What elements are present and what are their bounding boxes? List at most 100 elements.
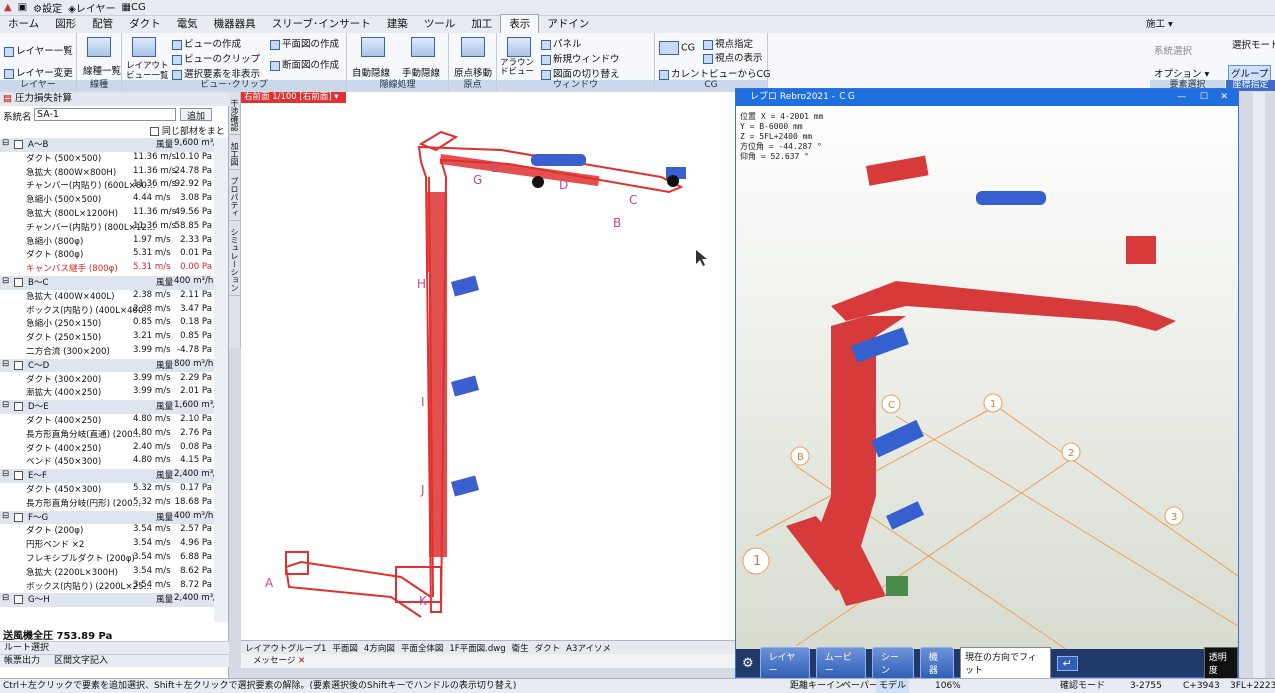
vertical-tab-2[interactable]: プロパティ xyxy=(229,174,240,221)
vertical-tab-1[interactable]: 加工図 xyxy=(229,139,240,170)
layout-tab-6[interactable]: ダクト xyxy=(535,642,561,654)
linetype-list-button[interactable]: 線種一覧 xyxy=(83,63,121,77)
around-view-button[interactable]: アラウンドビュー xyxy=(500,59,538,77)
layer-button[interactable]: ◈レイヤー xyxy=(68,0,115,15)
cg-button[interactable]: ▦CG xyxy=(122,2,146,13)
cg-button-3[interactable]: 機器 xyxy=(919,647,954,679)
section-checkbox[interactable] xyxy=(14,512,23,522)
tab-0[interactable]: ホーム xyxy=(0,15,47,33)
tab-4[interactable]: 電気 xyxy=(169,15,206,33)
section-checkbox[interactable] xyxy=(14,360,23,370)
fit-select[interactable]: 現在の方向でフィット xyxy=(959,647,1051,679)
main-scrollbar[interactable] xyxy=(1253,92,1265,678)
tab-2[interactable]: 配管 xyxy=(84,15,121,33)
section-checkbox[interactable] xyxy=(14,140,23,149)
save-icon[interactable]: ▣ xyxy=(18,2,27,13)
section-text-button[interactable]: 区間文字記入 xyxy=(54,655,108,667)
expand-icon[interactable]: ⊟ xyxy=(2,138,9,148)
show-viewpoint-button[interactable]: 視点の表示 xyxy=(703,50,763,64)
transparency-control[interactable]: 透明度 xyxy=(1203,647,1238,679)
tab-10[interactable]: 表示 xyxy=(500,14,540,33)
cg-settings-icon[interactable]: ⚙ xyxy=(742,656,754,671)
tab-9[interactable]: 加工 xyxy=(463,15,500,33)
section-checkbox[interactable] xyxy=(14,402,23,412)
expand-icon[interactable]: ⊟ xyxy=(2,511,9,521)
cg-button-0[interactable]: レイヤー xyxy=(759,647,810,679)
maximize-icon[interactable]: ☐ xyxy=(1200,89,1208,106)
model-button[interactable]: モデル xyxy=(876,679,910,693)
create-view-button[interactable]: ビューの作成 xyxy=(172,36,241,50)
zoom-level[interactable]: 106% xyxy=(935,679,961,693)
origin-move-button[interactable]: 原点移動 xyxy=(454,65,492,79)
section-checkbox[interactable] xyxy=(14,595,23,605)
vertical-tab-0[interactable]: 干渉確認 xyxy=(229,96,240,135)
expand-icon[interactable]: ⊟ xyxy=(2,400,9,410)
confirm-mode[interactable]: 確認モード xyxy=(1060,679,1105,693)
viewpoint-button[interactable]: 視点指定 xyxy=(703,36,753,50)
settings-label: 設定 xyxy=(42,4,63,15)
close-window-icon[interactable]: ✕ xyxy=(1220,89,1228,106)
tab-1[interactable]: 図形 xyxy=(47,15,84,33)
tab-7[interactable]: 建築 xyxy=(379,15,416,33)
layout-tab-4[interactable]: 1F平面図.dwg xyxy=(449,642,505,654)
system-name-select[interactable]: SA-1 xyxy=(34,108,176,121)
list-scrollbar[interactable] xyxy=(214,138,228,622)
expand-icon[interactable]: ⊟ xyxy=(2,359,9,369)
item-pressure: 4.15 Pa xyxy=(180,455,212,466)
layout-tab-0[interactable]: レイアウトグループ1 xyxy=(245,642,326,654)
app-icon[interactable]: ▲ xyxy=(4,2,12,13)
cg-button-2[interactable]: シーン xyxy=(872,647,914,679)
layout-tab-1[interactable]: 平面図 xyxy=(332,642,358,654)
layout-view-button[interactable]: レイアウトビュー一覧 xyxy=(126,61,170,81)
section-checkbox[interactable] xyxy=(14,471,23,481)
item-speed: 11.36 m/s xyxy=(133,179,177,190)
view-name-bar[interactable]: 右前面 1/100 [右前面] ▾ xyxy=(241,92,346,103)
manual-hidden-button[interactable]: 手動隠線 xyxy=(402,65,440,79)
cad-viewport[interactable]: A BC D EG H I J K xyxy=(241,92,735,640)
layout-tab-2[interactable]: 4方向図 xyxy=(364,642,395,654)
hide-selected-button[interactable]: 選択要素を非表示 xyxy=(172,66,260,80)
current-to-cg-button[interactable]: カレントビューからCG xyxy=(659,66,771,80)
system-select-button[interactable]: 系統選択 xyxy=(1154,43,1192,57)
option-dropdown[interactable]: オプション ▾ xyxy=(1154,66,1209,80)
route-select-button[interactable]: ルート選択 xyxy=(0,641,229,654)
group-button[interactable]: グループ xyxy=(1228,65,1272,81)
create-plan-button[interactable]: 平面図の作成 xyxy=(270,36,339,50)
settings-button[interactable]: ⚙設定 xyxy=(33,0,62,15)
clip-view-button[interactable]: ビューのクリップ xyxy=(172,51,260,65)
tab-8[interactable]: ツール xyxy=(416,15,464,33)
create-section-button[interactable]: 断面図の作成 xyxy=(270,57,339,71)
message-tab[interactable]: メッセージ ✕ xyxy=(241,654,735,668)
vertical-tab-3[interactable]: シミュレーション xyxy=(229,225,240,296)
cg-button-1[interactable]: ムービー xyxy=(815,647,866,679)
layout-tab-7[interactable]: A3アイソメ xyxy=(566,642,611,654)
tab-3[interactable]: ダクト xyxy=(121,15,169,33)
close-icon[interactable]: ✕ xyxy=(298,656,305,666)
mode-dropdown[interactable]: 施工 ▾ xyxy=(1146,16,1173,30)
layer-change-button[interactable]: レイヤー変更 xyxy=(4,65,73,79)
add-button[interactable]: 追加 xyxy=(180,108,212,122)
tab-11[interactable]: アドイン xyxy=(539,15,597,33)
switch-drawing-button[interactable]: 図面の切り替え xyxy=(541,66,620,80)
enter-icon[interactable]: ↵ xyxy=(1056,655,1078,671)
tab-6[interactable]: スリーブ･インサート xyxy=(264,15,379,33)
new-window-button[interactable]: 新規ウィンドウ xyxy=(541,51,620,65)
expand-icon[interactable]: ⊟ xyxy=(2,593,9,603)
auto-hidden-button[interactable]: 自動隠線 xyxy=(352,65,390,79)
section-checkbox[interactable] xyxy=(14,278,23,287)
layout-tab-5[interactable]: 衛生 xyxy=(512,642,529,654)
new-window-label: 新規ウィンドウ xyxy=(553,54,620,65)
tab-5[interactable]: 機器器具 xyxy=(206,15,264,33)
cg-3d-view[interactable]: 1 1 2 3 B C 位置 X = 4-2001 mm Y = B-6000 mm Z = … xyxy=(736,106,1239,650)
report-button[interactable]: 帳票出力 xyxy=(4,655,40,667)
expand-icon[interactable]: ⊟ xyxy=(2,276,9,286)
panel-button[interactable]: パネル xyxy=(541,36,582,50)
distance-keyin[interactable]: 距離キーイン xyxy=(790,679,844,693)
layout-tab-3[interactable]: 平面全体図 xyxy=(401,642,444,654)
expand-icon[interactable]: ⊟ xyxy=(2,469,9,479)
paper-button[interactable]: ペーパー xyxy=(842,679,878,693)
cg-ribbon-button[interactable]: CG xyxy=(659,41,695,55)
report-label: 帳票出力 xyxy=(4,656,41,666)
minimize-icon[interactable]: — xyxy=(1177,89,1186,106)
layer-list-button[interactable]: レイヤー一覧 xyxy=(4,43,73,57)
